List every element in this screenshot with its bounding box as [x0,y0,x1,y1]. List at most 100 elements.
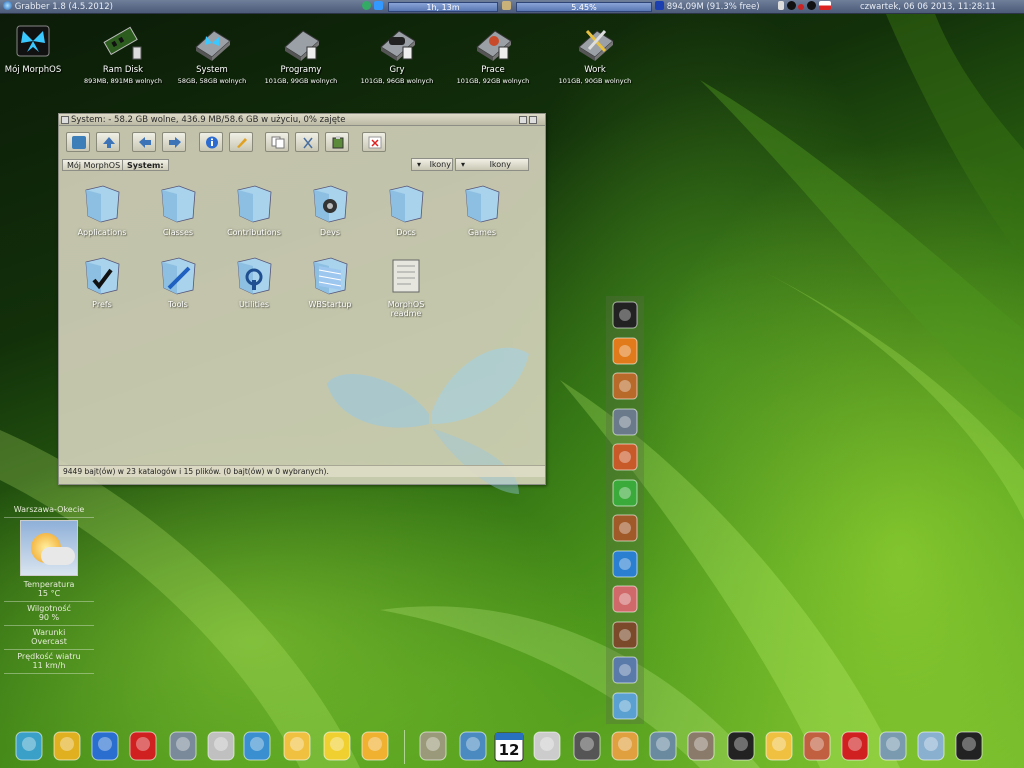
folder-utilities-icon [235,256,273,296]
chevron-down-icon: ▾ [461,160,466,169]
folder-item[interactable]: Utilities [216,256,292,309]
close-window-button[interactable] [61,116,69,124]
window-title: System: - 58.2 GB wolne, 436.9 MB/58.6 G… [71,115,346,125]
weather-icon[interactable] [358,728,392,764]
folder-label: Classes [162,228,194,237]
sun-settings-icon[interactable] [50,728,84,764]
morphos-logo-icon[interactable] [609,300,641,330]
morphos-logo-icon [3,1,12,10]
network-icon[interactable] [786,1,796,10]
folder-devs-icon [311,184,349,224]
breadcrumb-moj-morphos[interactable]: Mój MorphOS [62,159,126,171]
rename-button[interactable] [229,132,253,152]
folder-item[interactable]: Docs [368,184,444,237]
folder-item[interactable]: Prefs [64,256,140,309]
delete-button[interactable] [362,132,386,152]
volume-icon[interactable] [778,1,784,10]
disk-mount-icon[interactable] [609,549,641,579]
image-viewer-icon[interactable] [646,728,680,764]
desktop-icon-system[interactable]: System 58GB, 58GB wolnych [167,23,257,85]
drive-tools-icon [575,23,615,63]
palette-icon[interactable] [608,728,642,764]
dock-separator [404,730,405,764]
cpu-icon [502,0,511,14]
clipboard-icon[interactable] [609,691,641,721]
desktop-icon-programy[interactable]: Programy 101GB, 99GB wolnych [256,23,346,85]
drive-icon [281,23,321,63]
system-window[interactable]: System: - 58.2 GB wolne, 436.9 MB/58.6 G… [58,113,546,494]
document-edit-icon[interactable] [609,584,641,614]
power-icon[interactable] [807,1,817,10]
info-button[interactable] [199,132,223,152]
notes-icon[interactable] [530,728,564,764]
clock-icon[interactable] [204,728,238,764]
humidity-value: 90 % [38,613,60,622]
paint-icon[interactable] [800,728,834,764]
tools-icon[interactable] [166,728,200,764]
media-player-icon[interactable] [609,336,641,366]
calculator-icon[interactable] [416,728,450,764]
network-icon[interactable] [456,728,490,764]
tray-icons[interactable] [778,0,831,14]
menu-bar: Grabber 1.8 (4.5.2012) 1h, 13m 5.45% 894… [0,0,1024,14]
globe-icon[interactable] [240,728,274,764]
desktop-icon-prace[interactable]: Prace 101GB, 92GB wolnych [448,23,538,85]
desktop-icon-ram-disk[interactable]: Ram Disk 893MB, 891MB wolnych [78,23,168,85]
first-aid-icon[interactable] [838,728,872,764]
brush-icon[interactable] [609,620,641,650]
cube-icon[interactable] [12,728,46,764]
duck-icon[interactable] [320,728,354,764]
sort-mode-select[interactable]: ▾ Ikony [455,158,529,171]
clipboard-icon[interactable] [914,728,948,764]
breadcrumb-system[interactable]: System: [122,159,169,171]
system-drive-icon [192,23,232,63]
iconify-button[interactable] [519,116,527,124]
desktop-icon-work[interactable]: Work 101GB, 90GB wolnych [550,23,640,85]
paint-brushes-icon[interactable] [609,371,641,401]
drive-icon [473,23,513,63]
forward-button[interactable] [162,132,186,152]
photo-viewer-icon[interactable] [609,407,641,437]
root-button[interactable] [66,132,90,152]
calendar-day: 12 [498,741,520,759]
paint-tools-icon[interactable] [609,513,641,543]
art-palette-icon[interactable] [609,442,641,472]
flag-pl-icon[interactable] [818,1,831,10]
copy-button[interactable] [265,132,289,152]
app-menu[interactable]: Grabber 1.8 (4.5.2012) [3,0,113,14]
video-reel-icon[interactable] [684,728,718,764]
magnifier-icon[interactable] [876,728,910,764]
desktop-icon-moj-morphos[interactable]: Mój MorphOS [0,23,78,75]
window-titlebar[interactable]: System: - 58.2 GB wolne, 436.9 MB/58.6 G… [59,114,545,126]
headphones-icon[interactable] [724,728,758,764]
folder-item[interactable]: Contributions [216,184,292,237]
tuxedo-icon[interactable] [952,728,986,764]
screenshot-icon[interactable] [609,655,641,685]
parent-button[interactable] [96,132,120,152]
desktop-icon-gry[interactable]: Gry 101GB, 96GB wolnych [352,23,442,85]
app-title: Grabber 1.8 (4.5.2012) [14,2,113,12]
folder-item[interactable]: Devs [292,184,368,237]
folder-item[interactable]: Tools [140,256,216,309]
pdf-icon[interactable] [126,728,160,764]
joystick-icon[interactable] [570,728,604,764]
zoom-button[interactable] [529,116,537,124]
back-button[interactable] [132,132,156,152]
cd-icon[interactable] [762,728,796,764]
arrow-right-icon [168,136,182,149]
notepad-icon[interactable] [88,728,122,764]
folder-icon [159,184,197,224]
folder-item[interactable]: Classes [140,184,216,237]
paste-button[interactable] [325,132,349,152]
recycle-ring-icon[interactable] [609,478,641,508]
view-mode-select[interactable]: ▾ Ikony [411,158,453,171]
record-icon[interactable] [798,4,805,10]
folder-item[interactable]: MorphOS readme [368,256,444,318]
folder-item[interactable]: WBStartup [292,256,368,309]
folder-item[interactable]: Games [444,184,520,237]
memory-icon [655,1,664,10]
folder-item[interactable]: Applications [64,184,140,237]
calendar-icon[interactable]: 12 [492,728,526,764]
mail-icon[interactable] [280,728,314,764]
cut-button[interactable] [295,132,319,152]
